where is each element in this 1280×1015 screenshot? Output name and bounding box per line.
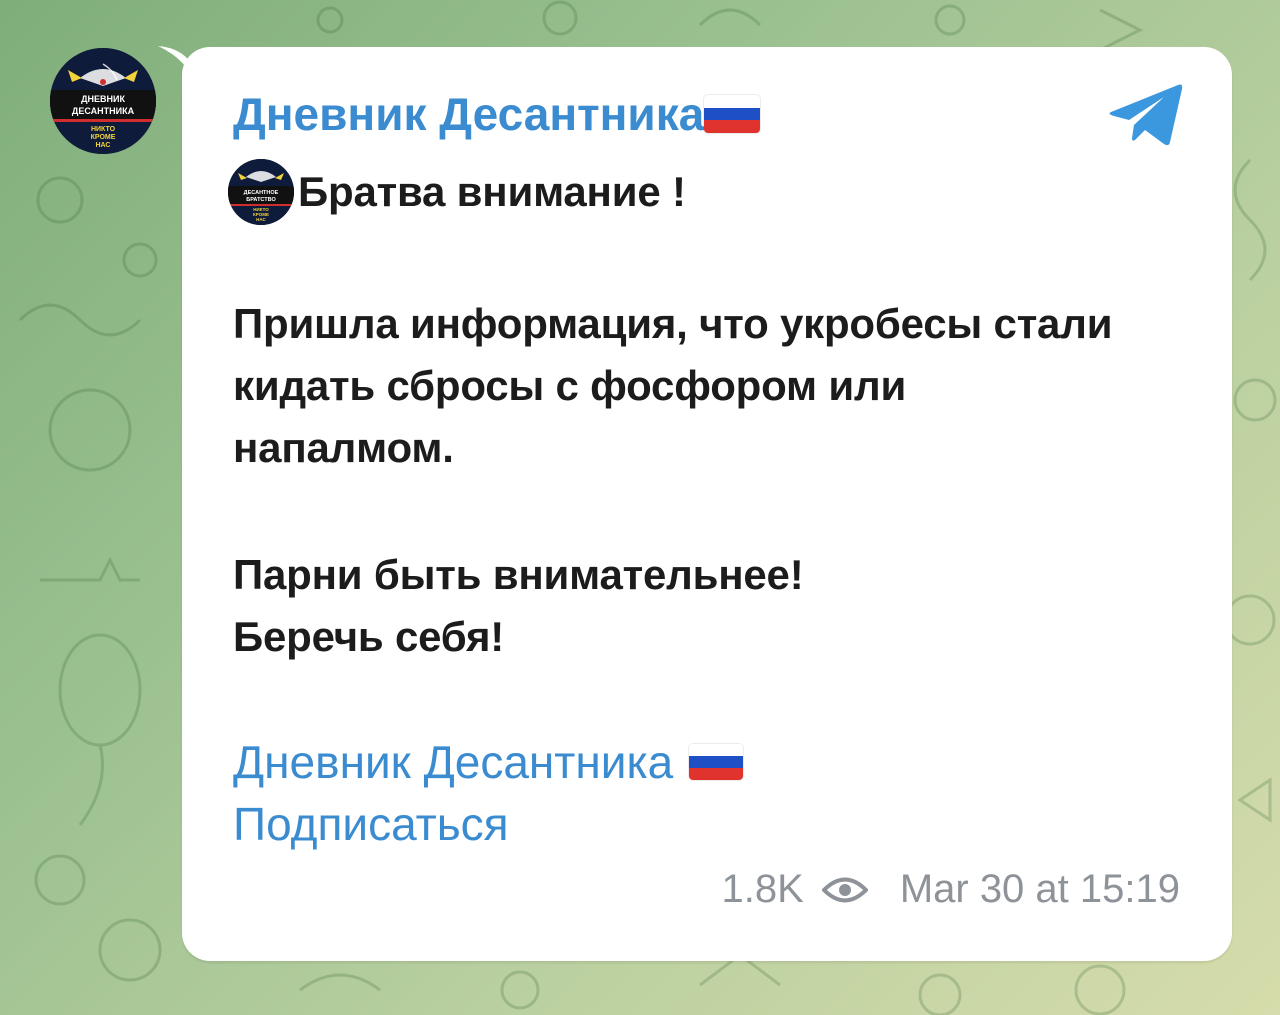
signature-link[interactable]: Дневник Десантника	[233, 731, 673, 793]
message-headline: Братва внимание !	[298, 168, 686, 215]
avatar-motto-2: КРОМЕ	[91, 134, 116, 141]
russia-flag-icon	[689, 744, 744, 780]
message-timestamp: Mar 30 at 15:19	[899, 867, 1180, 911]
subscribe-link[interactable]: Подписаться	[233, 793, 1203, 855]
paragraph-2-line-1: Парни быть внимательнее!	[233, 551, 804, 598]
message-first-line: ДЕСАНТНОЕ БРАТСТВО НИКТО КРОМЕ НАС Братв…	[228, 159, 686, 225]
paragraph-1-line-1: Пришла информация, что укробесы стали	[233, 300, 1113, 347]
avatar-line-2: ДЕСАНТНИКА	[72, 106, 135, 116]
eye-icon	[821, 877, 868, 902]
telegram-icon	[1109, 84, 1183, 146]
mini-logo-motto-3: НАС	[256, 217, 266, 222]
avatar-line-1: ДНЕВНИК	[81, 94, 125, 104]
message-paragraph-2: Парни быть внимательнее! Беречь себя!	[233, 544, 1203, 668]
message-paragraph-1: Пришла информация, что укробесы стали ки…	[233, 293, 1203, 479]
message-footer: 1.8K Mar 30 at 15:19	[722, 867, 1180, 912]
message-bubble[interactable]: Дневник Десантника ДЕСАНТНОЕ БРАТСТВО НИ…	[182, 47, 1232, 961]
views-count: 1.8K	[721, 867, 804, 911]
paragraph-2-line-2: Беречь себя!	[233, 613, 505, 660]
paragraph-1-line-3: напалмом.	[233, 424, 454, 471]
avatar-motto-1: НИКТО	[91, 126, 116, 133]
channel-title-text[interactable]: Дневник Десантника	[233, 87, 704, 141]
mini-logo-line-2: БРАТСТВО	[246, 197, 276, 203]
paragraph-1-line-2: кидать сбросы с фосфором или	[233, 362, 907, 409]
channel-title[interactable]: Дневник Десантника	[233, 87, 761, 141]
mini-logo-line-1: ДЕСАНТНОЕ	[244, 190, 279, 196]
signature-link-row[interactable]: Дневник Десантника	[233, 731, 1203, 793]
russia-flag-icon	[704, 95, 761, 133]
channel-avatar[interactable]: ДНЕВНИК ДЕСАНТНИКА НИКТО КРОМЕ НАС	[50, 48, 156, 154]
message-links: Дневник Десантника Подписаться	[233, 731, 1203, 855]
avatar-motto-3: НАС	[96, 142, 111, 149]
brotherhood-logo-icon: ДЕСАНТНОЕ БРАТСТВО НИКТО КРОМЕ НАС	[228, 159, 294, 225]
